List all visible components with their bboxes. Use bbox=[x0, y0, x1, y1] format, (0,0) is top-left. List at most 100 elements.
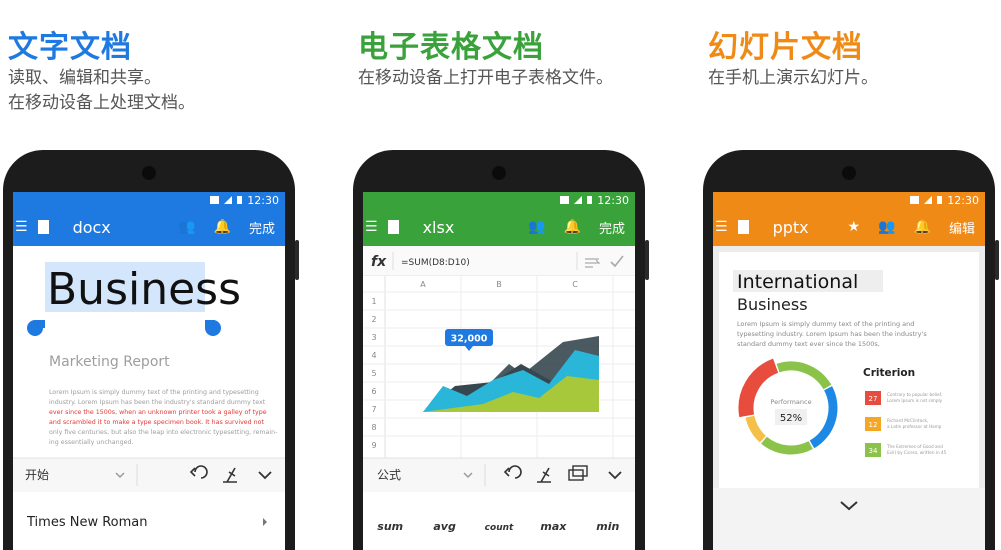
panel-description: 在移动设备上打开电子表格文件。 bbox=[358, 66, 613, 91]
slide-body-line: typesetting industry. Lorem Ipsum has be… bbox=[737, 330, 927, 338]
panel-docx: 文字文档 读取、编辑和共享。 在移动设备上处理文档。 12:30 ☰ docx … bbox=[0, 0, 333, 550]
slide-bottom-bar bbox=[713, 488, 985, 550]
menu-icon[interactable]: ☰ bbox=[15, 219, 28, 235]
panel-heading: 电子表格文档 bbox=[358, 30, 544, 65]
camera-icon bbox=[492, 166, 506, 180]
bell-icon[interactable]: 🔔 bbox=[564, 219, 581, 235]
menu-icon[interactable]: ☰ bbox=[715, 219, 728, 235]
chart-callout-pointer bbox=[465, 346, 473, 351]
file-name: docx bbox=[72, 217, 111, 237]
criterion-title: Criterion bbox=[863, 367, 915, 379]
row-header[interactable]: 8 bbox=[371, 423, 376, 432]
slide-body-line: Lorem Ipsum is simply dummy text of the … bbox=[737, 320, 914, 328]
description-line: 在移动设备上打开电子表格文件。 bbox=[358, 68, 613, 88]
phone-frame: 12:30 ☰ xlsx 👥 🔔 完成 fx =SUM(D8:D10) A B … bbox=[353, 150, 649, 550]
toolbar-tab-label[interactable]: 公式 bbox=[377, 468, 401, 482]
signal-icon bbox=[924, 196, 933, 204]
document-icon bbox=[37, 220, 49, 234]
phone-frame: 12:30 ☰ docx 👥 🔔 完成 Business Marketing R… bbox=[3, 150, 299, 550]
star-icon[interactable]: ★ bbox=[848, 219, 861, 235]
volume-button bbox=[295, 240, 299, 280]
font-name[interactable]: Times New Roman bbox=[26, 515, 147, 530]
document-title: Business bbox=[47, 264, 241, 315]
status-time: 12:30 bbox=[947, 193, 979, 207]
phone-screen: 12:30 ☰ xlsx 👥 🔔 完成 fx =SUM(D8:D10) A B … bbox=[363, 192, 635, 550]
document-icon bbox=[737, 220, 749, 234]
chart-callout-label: 32,000 bbox=[451, 334, 488, 345]
criterion-value: 12 bbox=[869, 421, 878, 429]
criteria-list: 27 Contrary to popular belief,Lorem Ipsum… bbox=[865, 391, 947, 457]
donut-value: 52% bbox=[780, 413, 802, 424]
criterion-text: The Extremes of Good and bbox=[886, 444, 943, 449]
edit-button[interactable]: 编辑 bbox=[949, 218, 975, 237]
row-header[interactable]: 1 bbox=[371, 297, 376, 306]
description-line: 在手机上演示幻灯片。 bbox=[708, 68, 878, 88]
row-header[interactable]: 7 bbox=[371, 405, 376, 414]
document-icon bbox=[387, 220, 399, 234]
app-bar: ☰ pptx ★ 👥 🔔 编辑 bbox=[713, 208, 985, 246]
panel-heading: 文字文档 bbox=[8, 30, 132, 65]
menu-icon[interactable]: ☰ bbox=[365, 219, 378, 235]
selection-handle-right-stem bbox=[205, 320, 215, 328]
phone-screen: 12:30 ☰ pptx ★ 👥 🔔 编辑 International Busi… bbox=[713, 192, 985, 550]
signal-icon bbox=[224, 196, 233, 204]
done-button[interactable]: 完成 bbox=[599, 218, 625, 237]
body-line: Lorem Ipsum is simply dummy text of the … bbox=[49, 389, 259, 396]
spreadsheet-canvas: fx =SUM(D8:D10) A B C 1 2 3 4 5 6 7 8 9 32,000 公式 bbox=[363, 246, 635, 533]
criterion-text: Contrary to popular belief, bbox=[887, 392, 942, 397]
description-line: 读取、编辑和共享。 bbox=[8, 68, 161, 88]
panel-heading: 幻灯片文档 bbox=[708, 30, 863, 65]
volume-button bbox=[995, 240, 999, 280]
share-users-icon[interactable]: 👥 bbox=[528, 219, 545, 235]
criterion-text: Evil) by Cicero, written in 45 bbox=[887, 450, 947, 455]
camera-icon bbox=[842, 166, 856, 180]
app-bar: ☰ docx 👥 🔔 完成 bbox=[13, 208, 285, 246]
document-canvas: Business Marketing Report Lorem Ipsum is… bbox=[13, 262, 285, 550]
camera-icon bbox=[142, 166, 156, 180]
status-bar: 12:30 bbox=[363, 192, 635, 208]
body-line: ing essentially unchanged. bbox=[49, 439, 134, 446]
function-icon[interactable]: fx bbox=[371, 254, 387, 270]
row-header[interactable]: 2 bbox=[371, 315, 376, 324]
bottom-toolbar bbox=[363, 458, 635, 492]
wifi-icon bbox=[560, 196, 570, 204]
donut-label: Performance bbox=[770, 398, 811, 406]
slide-canvas: International Business Lorem Ipsum is si… bbox=[713, 246, 985, 550]
body-line-highlighted: and scrambled it to make a type specimen… bbox=[49, 419, 265, 426]
share-users-icon[interactable]: 👥 bbox=[178, 219, 195, 235]
status-bar: 12:30 bbox=[713, 192, 985, 208]
bottom-toolbar bbox=[13, 458, 285, 492]
volume-button bbox=[645, 240, 649, 280]
row-header[interactable]: 4 bbox=[371, 351, 376, 360]
selection-handle-left-stem bbox=[35, 320, 45, 328]
body-line-highlighted: ever since the 1500s, when an unknown pr… bbox=[49, 409, 267, 416]
battery-icon bbox=[587, 196, 593, 204]
row-header[interactable]: 9 bbox=[371, 441, 376, 450]
battery-icon bbox=[937, 196, 943, 204]
battery-icon bbox=[237, 196, 243, 204]
share-users-icon[interactable]: 👥 bbox=[878, 219, 895, 235]
panel-xlsx: 电子表格文档 在移动设备上打开电子表格文件。 12:30 ☰ xlsx 👥 🔔 … bbox=[350, 0, 683, 550]
document-subtitle: Marketing Report bbox=[49, 354, 170, 370]
column-header[interactable]: A bbox=[420, 280, 426, 289]
function-button-count[interactable]: count bbox=[485, 523, 514, 533]
panel-description: 在手机上演示幻灯片。 bbox=[708, 66, 878, 91]
row-header[interactable]: 6 bbox=[371, 387, 376, 396]
row-header[interactable]: 3 bbox=[371, 333, 376, 342]
row-header[interactable]: 5 bbox=[371, 369, 376, 378]
phone-frame: 12:30 ☰ pptx ★ 👥 🔔 编辑 International Busi… bbox=[703, 150, 999, 550]
done-button[interactable]: 完成 bbox=[249, 218, 275, 237]
status-bar: 12:30 bbox=[13, 192, 285, 208]
bell-icon[interactable]: 🔔 bbox=[914, 219, 931, 235]
formula-input[interactable]: =SUM(D8:D10) bbox=[401, 258, 470, 268]
slide-subtitle: Business bbox=[737, 295, 808, 314]
panel-description: 读取、编辑和共享。 在移动设备上处理文档。 bbox=[8, 66, 195, 116]
column-header[interactable]: B bbox=[496, 280, 502, 289]
slide-title: International bbox=[737, 271, 858, 293]
wifi-icon bbox=[910, 196, 920, 204]
column-header[interactable]: C bbox=[572, 280, 578, 289]
criterion-value: 34 bbox=[869, 447, 878, 455]
bell-icon[interactable]: 🔔 bbox=[214, 219, 231, 235]
slide-body-line: standard dummy text ever since the 1500s… bbox=[737, 340, 880, 348]
toolbar-tab-label[interactable]: 开始 bbox=[25, 468, 49, 482]
